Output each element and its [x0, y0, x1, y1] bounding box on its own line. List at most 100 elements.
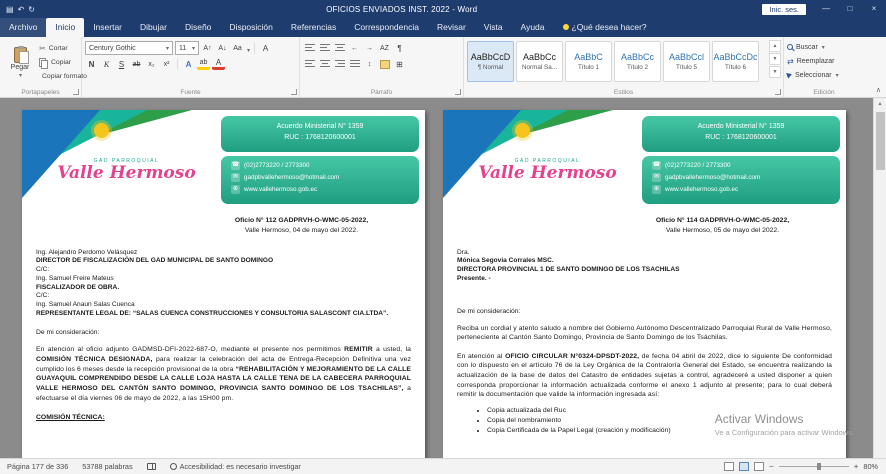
minimize-button[interactable]: —	[814, 0, 838, 18]
clear-formatting-button[interactable]: A	[259, 42, 272, 55]
gallery-scroll-up-icon[interactable]: ▲	[769, 40, 781, 52]
dialog-launcher-icon[interactable]	[775, 89, 781, 95]
borders-button[interactable]: ⊞	[393, 58, 406, 71]
style-preview: AaBbCcl	[669, 52, 704, 62]
vertical-scrollbar[interactable]: ▲	[873, 98, 886, 458]
find-button[interactable]: Buscar	[787, 40, 861, 54]
decrease-indent-button[interactable]: ←	[348, 42, 361, 55]
style-card[interactable]: AaBbC Título 1	[565, 41, 612, 82]
ribbon-tab[interactable]: Archivo	[0, 18, 46, 37]
styles-gallery: AaBbCcD ¶ Normal AaBbCc Normal Sa... AaB…	[467, 40, 780, 82]
format-painter-button[interactable]: Copiar formato	[39, 70, 78, 83]
email-text: gadpbvallehermoso@hotmail.com	[665, 174, 760, 182]
close-button[interactable]: ×	[862, 0, 886, 18]
style-preview: AaBbCcDc	[713, 52, 757, 62]
collapse-ribbon-icon[interactable]: ∧	[876, 86, 881, 94]
zoom-slider[interactable]	[779, 466, 849, 467]
save-icon[interactable]: ▤	[6, 5, 14, 14]
bold-button[interactable]: N	[85, 58, 98, 71]
style-card[interactable]: AaBbCcD ¶ Normal	[467, 41, 514, 82]
style-card[interactable]: AaBbCcl Título 5	[663, 41, 710, 82]
ribbon-tab[interactable]: Vista	[475, 18, 512, 37]
ribbon-tab[interactable]: Referencias	[282, 18, 345, 37]
sort-button[interactable]: AZ	[378, 42, 391, 55]
shrink-font-button[interactable]: A↓	[216, 42, 229, 55]
accessibility-status[interactable]: Accesibilidad: es necesario investigar	[163, 462, 308, 471]
ribbon-tab[interactable]: Disposición	[220, 18, 281, 37]
sun-icon	[94, 123, 109, 138]
page-indicator[interactable]: Página 177 de 336	[0, 462, 75, 471]
scrollbar-thumb[interactable]	[876, 112, 885, 170]
show-paragraph-marks-button[interactable]: ¶	[393, 42, 406, 55]
ribbon-tab[interactable]: Ayuda	[512, 18, 554, 37]
dialog-launcher-icon[interactable]	[291, 89, 297, 95]
web-layout-button[interactable]	[754, 462, 764, 471]
justify-button[interactable]	[348, 58, 361, 71]
zoom-level[interactable]: 80%	[863, 462, 878, 471]
shading-button[interactable]	[378, 58, 391, 71]
superscript-button[interactable]: x²	[160, 58, 173, 71]
font-color-button[interactable]: A	[212, 58, 225, 70]
paragraph-segment: REMITIR	[344, 346, 373, 353]
zoom-in-button[interactable]: +	[854, 462, 859, 471]
style-card[interactable]: AaBbCc Título 2	[614, 41, 661, 82]
document-page-left[interactable]: GAD PARROQUIAL Valle Hermoso Acuerdo Min…	[22, 110, 425, 458]
maximize-button[interactable]: □	[838, 0, 862, 18]
read-mode-button[interactable]	[724, 462, 734, 471]
align-right-button[interactable]	[333, 58, 346, 71]
word-count[interactable]: 53788 palabras	[75, 462, 139, 471]
subscript-button[interactable]: x₂	[145, 58, 158, 71]
ribbon-tab[interactable]: Inicio	[46, 18, 84, 37]
style-card[interactable]: AaBbCc Normal Sa...	[516, 41, 563, 82]
grow-font-button[interactable]: A↑	[201, 42, 214, 55]
align-center-button[interactable]	[318, 58, 331, 71]
select-button[interactable]: Seleccionar	[787, 68, 861, 82]
paste-button[interactable]: Pegar	[3, 40, 37, 86]
numbered-list-button[interactable]	[318, 42, 331, 55]
ribbon-tab[interactable]: ¿Qué desea hacer?	[554, 18, 656, 37]
highlight-color-button[interactable]: ab	[197, 58, 210, 70]
style-name: Título 5	[676, 64, 697, 71]
proofing-book-icon	[147, 463, 156, 470]
scroll-up-icon[interactable]: ▲	[874, 98, 886, 110]
replace-button[interactable]: ⇄ Reemplazar	[787, 54, 861, 68]
redo-icon[interactable]: ↻	[28, 5, 35, 14]
font-size-select[interactable]: 11	[175, 41, 199, 55]
increase-indent-button[interactable]: →	[363, 42, 376, 55]
cut-button[interactable]: ✂ Cortar	[39, 42, 78, 55]
dialog-launcher-icon[interactable]	[455, 89, 461, 95]
zoom-out-button[interactable]: −	[769, 462, 774, 471]
italic-button[interactable]: K	[100, 58, 113, 71]
ribbon-tab[interactable]: Revisar	[428, 18, 475, 37]
body-paragraph: En atención al oficio adjunto GADMSD-DFI…	[36, 345, 411, 403]
line-spacing-button[interactable]: ↕	[363, 58, 376, 71]
gallery-more-icon[interactable]: ▼	[769, 66, 781, 78]
font-family-select[interactable]: Century Gothic	[85, 41, 173, 55]
print-layout-button[interactable]	[739, 462, 749, 471]
ribbon-tab[interactable]: Dibujar	[131, 18, 176, 37]
bullet-list-button[interactable]	[303, 42, 316, 55]
text-effects-button[interactable]: A	[182, 58, 195, 71]
zoom-slider-thumb[interactable]	[817, 463, 821, 470]
dialog-launcher-icon[interactable]	[73, 89, 79, 95]
proofing-status[interactable]	[140, 463, 163, 470]
document-area[interactable]: GAD PARROQUIAL Valle Hermoso Acuerdo Min…	[0, 98, 886, 458]
multilevel-list-button[interactable]	[333, 42, 346, 55]
ribbon-tab[interactable]: Insertar	[84, 18, 131, 37]
undo-icon[interactable]: ↶	[18, 5, 25, 14]
letter-body[interactable]: Oficio N° 112 GADPRVH-O-WMC-05-2022, Val…	[36, 210, 411, 421]
ribbon-tab[interactable]: Correspondencia	[345, 18, 428, 37]
gallery-scroll-down-icon[interactable]: ▼	[769, 53, 781, 65]
style-name: ¶ Normal	[478, 64, 503, 71]
letter-body[interactable]: Oficio N° 114 GADPRVH-O-WMC-05-2022, Val…	[457, 210, 832, 437]
copy-button[interactable]: Copiar	[39, 56, 78, 69]
strikethrough-button[interactable]: ab	[130, 58, 143, 71]
change-case-button[interactable]: Aa	[231, 42, 244, 55]
align-left-button[interactable]	[303, 58, 316, 71]
underline-button[interactable]: S	[115, 58, 128, 71]
ribbon-tab[interactable]: Diseño	[176, 18, 220, 37]
sign-in-button[interactable]: Inic. ses.	[762, 4, 806, 15]
ribbon: Pegar ✂ Cortar Copiar Copiar formato Por…	[0, 37, 886, 98]
document-page-right[interactable]: GAD PARROQUIAL Valle Hermoso Acuerdo Min…	[443, 110, 846, 458]
style-card[interactable]: AaBbCcDc Título 6	[712, 41, 759, 82]
